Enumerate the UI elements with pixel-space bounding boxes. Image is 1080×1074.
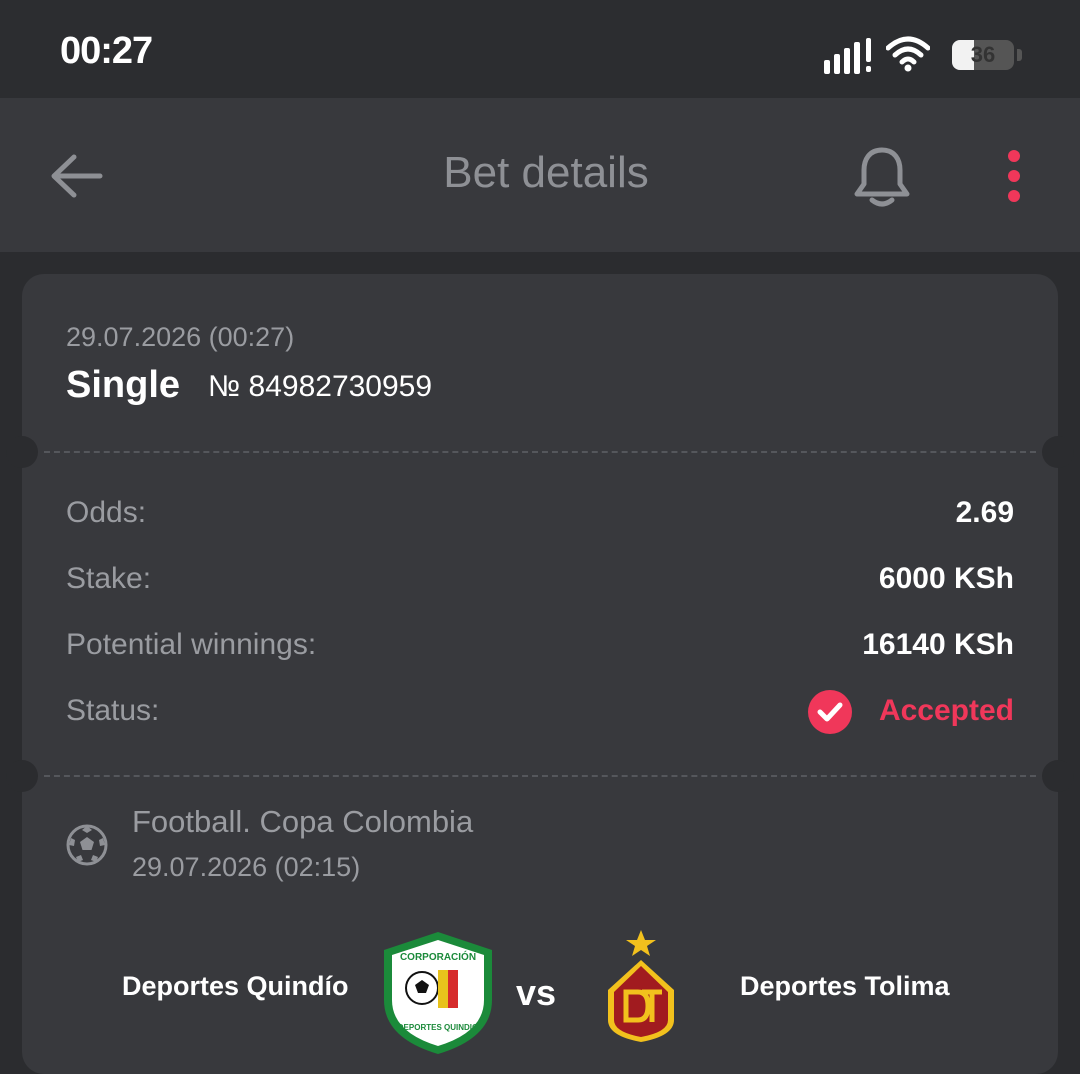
status-value: Accepted [878,694,1014,727]
stake-label: Stake: [66,562,152,595]
status-bar: 00:27 36 [0,0,1080,98]
status-badge: Accepted [794,690,1014,736]
home-logo-text-bottom: DEPORTES QUINDIO [398,1023,478,1032]
soccer-ball-icon [66,824,108,866]
vs-label: vs [516,972,557,1013]
battery-level: 36 [970,42,996,67]
event-date: 29.07.2026 (02:15) [132,852,361,882]
card-notch-right-2 [1042,760,1074,792]
bet-card: 29.07.2026 (00:27) Single № 84982730959 … [6,274,1074,1074]
battery-icon: 36 [950,36,1022,76]
stake-row: Stake: 6000 KSh [66,562,1014,606]
bell-icon[interactable] [852,146,912,208]
winnings-label: Potential winnings: [66,628,317,661]
home-team: Deportes Quindío [122,971,349,1001]
odds-label: Odds: [66,496,147,529]
deportes-quindio-logo: CORPORACIÓN DEPORTES QUINDIO [384,932,492,1054]
app-bar: Bet details [0,98,1080,252]
divider [44,451,1036,453]
away-team: Deportes Tolima [740,971,950,1001]
wifi-icon [886,36,930,72]
status-label: Status: [66,694,160,727]
more-vertical-icon[interactable] [996,148,1032,204]
bet-number: № 84982730959 [208,370,433,403]
status-time: 00:27 [60,30,153,72]
card-notch-left-2 [6,760,38,792]
deportes-tolima-logo [608,930,674,1042]
winnings-row: Potential winnings: 16140 KSh [66,628,1014,672]
odds-row: Odds: 2.69 [66,496,1014,540]
status-icons: 36 [802,36,1022,76]
odds-value: 2.69 [955,496,1014,529]
home-logo-text-top: CORPORACIÓN [400,950,476,963]
sport-league: Football. Copa Colombia [132,804,474,839]
stake-value: 6000 KSh [878,562,1014,595]
bet-type: Single [66,364,181,406]
winnings-value: 16140 KSh [862,628,1014,661]
status-row: Status: Accepted [66,690,1014,738]
bet-date: 29.07.2026 (00:27) [66,322,295,352]
check-circle-icon [808,690,852,734]
page-title: Bet details [443,148,649,197]
card-notch-right [1042,436,1074,468]
divider-2 [44,775,1036,777]
signal-icon [824,38,871,74]
card-notch-left [6,436,38,468]
